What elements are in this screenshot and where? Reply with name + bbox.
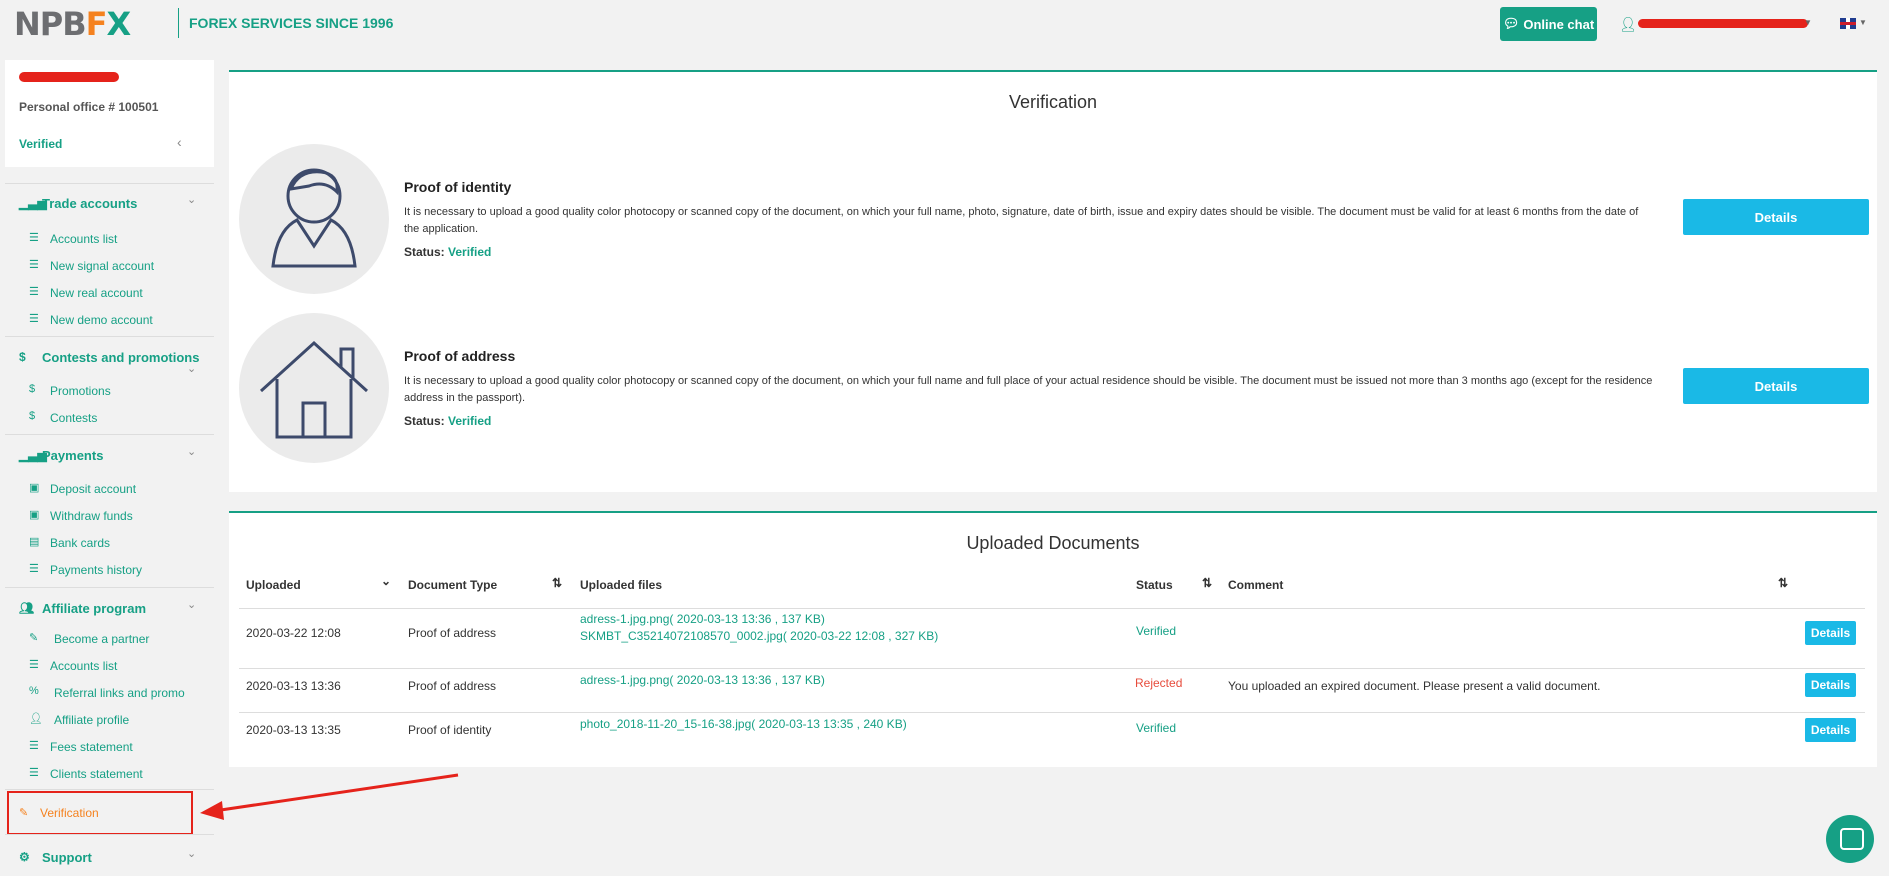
row-divider bbox=[239, 668, 1865, 669]
sort-icon[interactable]: ⇅ bbox=[1778, 576, 1788, 590]
address-description: It is necessary to upload a good quality… bbox=[404, 375, 1653, 404]
file-link[interactable]: adress-1.jpg.png( 2020-03-13 13:36 , 137… bbox=[580, 611, 825, 628]
column-header-uploaded-files: Uploaded files bbox=[580, 578, 663, 592]
address-title: Proof of address bbox=[404, 348, 516, 364]
verification-title: Verification bbox=[1008, 92, 1098, 112]
identity-status: Status: Verified bbox=[404, 245, 492, 259]
column-header-uploaded[interactable]: Uploaded bbox=[246, 578, 301, 592]
table-cell-status: Verified bbox=[1136, 624, 1177, 638]
table-cell-uploaded: 2020-03-13 13:35 bbox=[246, 723, 341, 737]
uploaded-documents-title: Uploaded Documents bbox=[966, 533, 1140, 553]
identity-title: Proof of identity bbox=[404, 179, 512, 195]
identity-details-button[interactable]: Details bbox=[1683, 199, 1869, 235]
house-icon bbox=[259, 340, 369, 439]
file-link[interactable]: photo_2018-11-20_15-16-38.jpg( 2020-03-1… bbox=[580, 716, 907, 733]
row-divider bbox=[239, 712, 1865, 713]
table-cell-uploaded: 2020-03-22 12:08 bbox=[246, 626, 341, 640]
address-details-button[interactable]: Details bbox=[1683, 368, 1869, 404]
file-link[interactable]: adress-1.jpg.png( 2020-03-13 13:36 , 137… bbox=[580, 672, 825, 689]
live-chat-widget-icon[interactable] bbox=[1826, 815, 1874, 863]
table-cell-type: Proof of address bbox=[408, 626, 497, 640]
person-icon bbox=[271, 168, 357, 268]
address-illustration bbox=[239, 313, 389, 463]
table-cell-status: Verified bbox=[1136, 721, 1177, 735]
sort-icon[interactable]: ⇅ bbox=[1202, 576, 1212, 590]
column-header-comment: Comment bbox=[1228, 578, 1284, 592]
table-cell-type: Proof of address bbox=[408, 679, 497, 693]
sort-icon[interactable]: ⇅ bbox=[552, 576, 562, 590]
column-header-status[interactable]: Status bbox=[1136, 578, 1173, 592]
table-cell-type: Proof of identity bbox=[408, 723, 492, 737]
identity-description: It is necessary to upload a good quality… bbox=[404, 206, 1639, 235]
verification-card: Verification Proof of identity It is nec… bbox=[229, 70, 1877, 492]
identity-illustration bbox=[239, 144, 389, 294]
table-cell-uploaded: 2020-03-13 13:36 bbox=[246, 679, 341, 693]
row-divider bbox=[239, 608, 1865, 609]
row-details-button[interactable]: Details bbox=[1805, 673, 1856, 697]
chevron-down-icon[interactable]: ⌄ bbox=[381, 574, 391, 588]
file-link[interactable]: SKMBT_C35214072108570_0002.jpg( 2020-03-… bbox=[580, 628, 938, 645]
table-cell-comment: You uploaded an expired document. Please… bbox=[1228, 679, 1601, 693]
row-details-button[interactable]: Details bbox=[1805, 718, 1856, 742]
table-cell-status: Rejected bbox=[1135, 676, 1183, 690]
address-status: Status: Verified bbox=[404, 414, 492, 428]
column-header-document-type[interactable]: Document Type bbox=[408, 578, 497, 592]
row-details-button[interactable]: Details bbox=[1805, 621, 1856, 645]
